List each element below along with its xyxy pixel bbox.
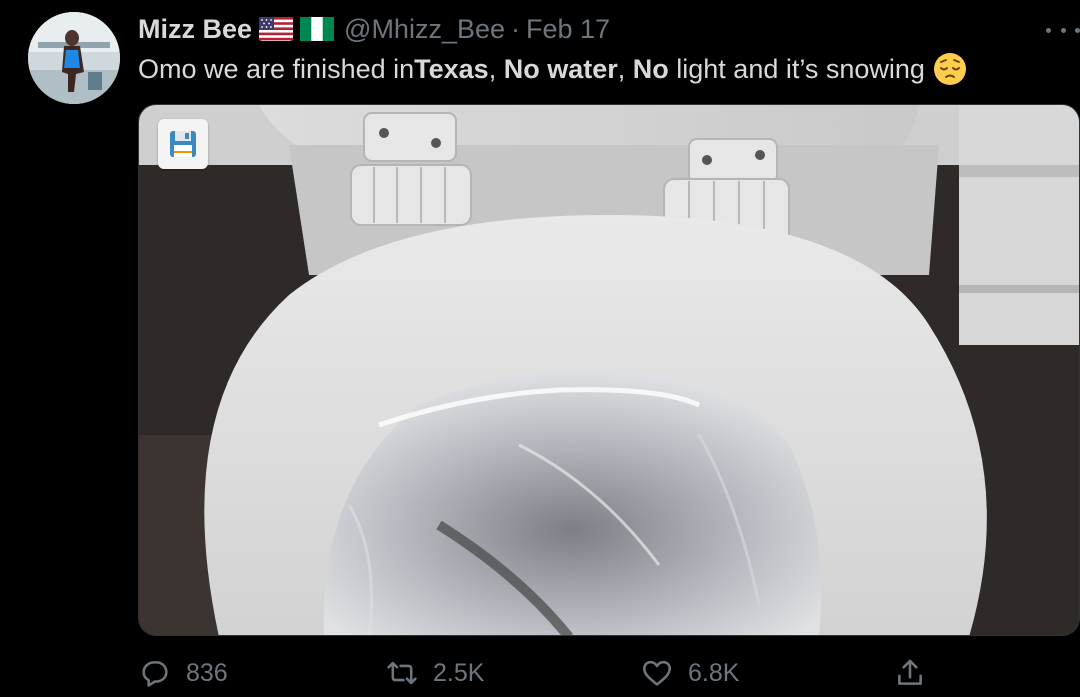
share-icon xyxy=(893,656,927,690)
retweet-count: 2.5K xyxy=(433,658,485,687)
more-dot-icon xyxy=(1075,27,1080,33)
retweet-icon xyxy=(385,656,419,690)
share-button[interactable] xyxy=(893,655,927,691)
pensive-face-icon xyxy=(933,52,967,86)
more-dot-icon xyxy=(1046,27,1051,33)
tweet-text-segment: Omo we are finished in xyxy=(138,53,415,84)
tweet: Mizz Bee @Mhizz_Bee · Feb 17 Omo we are … xyxy=(0,0,1080,697)
reply-button[interactable]: 836 xyxy=(138,655,228,691)
reply-count: 836 xyxy=(186,658,228,687)
tweet-text-bold: No water xyxy=(503,53,618,84)
tweet-text-segment: , xyxy=(488,53,504,84)
like-count: 6.8K xyxy=(688,658,740,687)
nigeria-flag-icon xyxy=(300,17,335,41)
tweet-photo[interactable] xyxy=(138,104,1080,636)
tweet-text: Omo we are finished in ​Texas, No water,… xyxy=(138,52,967,86)
like-button[interactable]: 6.8K xyxy=(640,655,739,691)
tweet-header: Mizz Bee @Mhizz_Bee · Feb 17 xyxy=(138,13,610,45)
tweet-text-bold: No xyxy=(632,53,669,84)
tweet-text-segment: light and it’s snowing xyxy=(668,53,925,84)
tweet-text-segment: , xyxy=(617,53,633,84)
separator-dot: · xyxy=(511,13,521,44)
more-dot-icon xyxy=(1060,27,1066,33)
tweet-date[interactable]: Feb 17 xyxy=(526,14,610,45)
retweet-button[interactable]: 2.5K xyxy=(385,655,484,691)
tweet-text-bold: Texas xyxy=(414,53,489,84)
more-options-button[interactable] xyxy=(1046,22,1080,38)
heart-icon xyxy=(640,656,674,690)
us-flag-icon xyxy=(259,17,294,41)
reply-icon xyxy=(138,656,172,690)
user-handle[interactable]: @Mhizz_Bee xyxy=(344,14,505,45)
display-name[interactable]: Mizz Bee xyxy=(138,14,252,45)
floppy-disk-icon xyxy=(168,129,198,159)
avatar[interactable] xyxy=(28,12,120,104)
save-media-button[interactable] xyxy=(158,119,208,169)
